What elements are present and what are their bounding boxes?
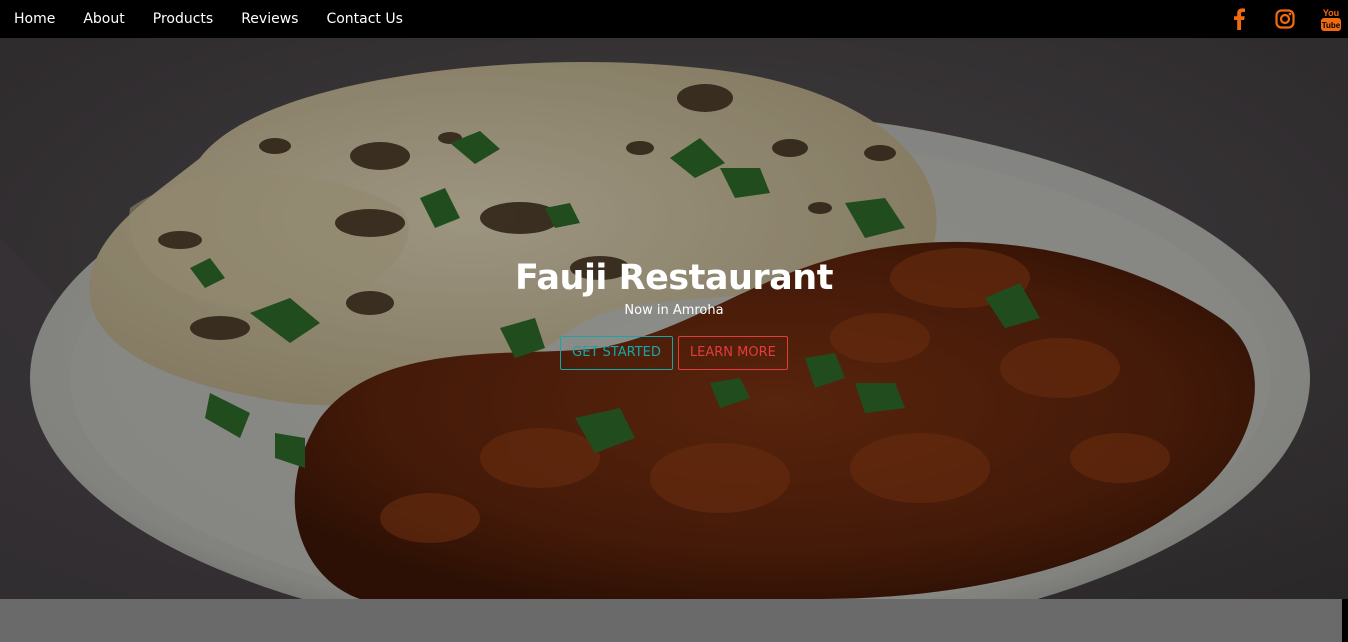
nav-link-about[interactable]: About <box>83 0 124 38</box>
hero-buttons: GET STARTED LEARN MORE <box>0 336 1348 370</box>
hero-content: Fauji Restaurant Now in Amroha GET START… <box>0 256 1348 370</box>
get-started-button[interactable]: GET STARTED <box>560 336 673 370</box>
nav-link-products[interactable]: Products <box>153 0 213 38</box>
youtube-text-top: You <box>1323 8 1339 18</box>
nav-links: Home About Products Reviews Contact Us <box>14 0 431 38</box>
scrollbar[interactable] <box>1342 599 1348 642</box>
learn-more-button[interactable]: LEARN MORE <box>677 336 788 370</box>
nav-link-reviews[interactable]: Reviews <box>241 0 298 38</box>
hero-subtitle: Now in Amroha <box>624 303 724 318</box>
instagram-icon[interactable] <box>1274 8 1296 30</box>
youtube-text-bottom: Tube <box>1322 21 1341 30</box>
facebook-icon[interactable] <box>1228 8 1250 30</box>
nav-link-contact[interactable]: Contact Us <box>326 0 402 38</box>
nav-link-home[interactable]: Home <box>14 0 55 38</box>
social-links: You Tube <box>1204 0 1342 38</box>
next-section <box>0 599 1342 642</box>
hero-section: Fauji Restaurant Now in Amroha GET START… <box>0 38 1348 599</box>
youtube-icon[interactable]: You Tube <box>1320 8 1342 31</box>
navbar: Home About Products Reviews Contact Us Y… <box>0 0 1348 38</box>
hero-title: Fauji Restaurant <box>515 258 833 298</box>
